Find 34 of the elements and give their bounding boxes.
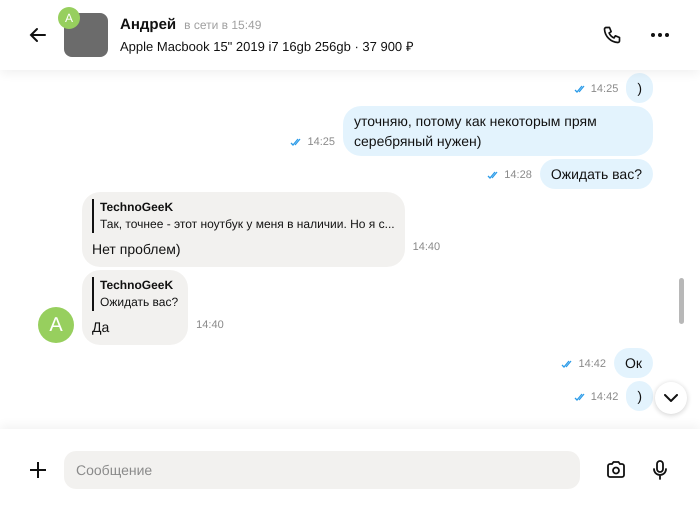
phone-icon [602,25,622,45]
message-text: Нет проблем) [92,240,182,259]
message-time: 14:40 [196,318,224,332]
message-bubble: Ожидать вас? [540,159,653,189]
plus-icon [29,461,47,479]
message-bubble: уточняю, потому как некоторым прям серебряный нужен) [343,106,653,156]
quoted-text: Ожидать вас? [100,294,178,311]
scroll-down-button[interactable] [655,382,687,414]
message-input[interactable]: Сообщение [64,451,580,489]
user-avatar: А [58,7,80,29]
back-arrow-icon [28,25,48,45]
contact-name: Андрей [120,15,176,35]
microphone-icon [652,460,668,480]
more-icon [651,33,669,37]
message-time: 14:40 [412,240,440,254]
listing-photo-placeholder [64,13,108,57]
message-time: 14:42 [578,356,606,372]
message-bubble: Ок [614,348,653,378]
message-time: 14:25 [307,134,335,150]
message-time: 14:42 [590,390,618,404]
message-bubble: ) [626,381,653,411]
message-bubble: ) [626,73,653,103]
chevron-down-icon [664,394,678,402]
message-text: Да [92,318,110,337]
scrollbar-thumb[interactable] [679,278,684,324]
message-time: 14:25 [590,82,618,96]
user-avatar: А [38,307,74,343]
listing-title: Apple Macbook 15" 2019 i7 16gb 256gb · 37 900 ₽ [120,38,415,56]
quoted-text: Так, точнее - этот ноутбук у меня в наличии. Но я с... [100,216,395,233]
camera-icon [606,461,626,479]
online-status: в сети в 15:49 [184,17,262,34]
message-time: 14:28 [504,168,532,182]
quoted-author: TechnoGeeK [100,199,174,216]
quoted-author: TechnoGeeK [100,277,174,294]
